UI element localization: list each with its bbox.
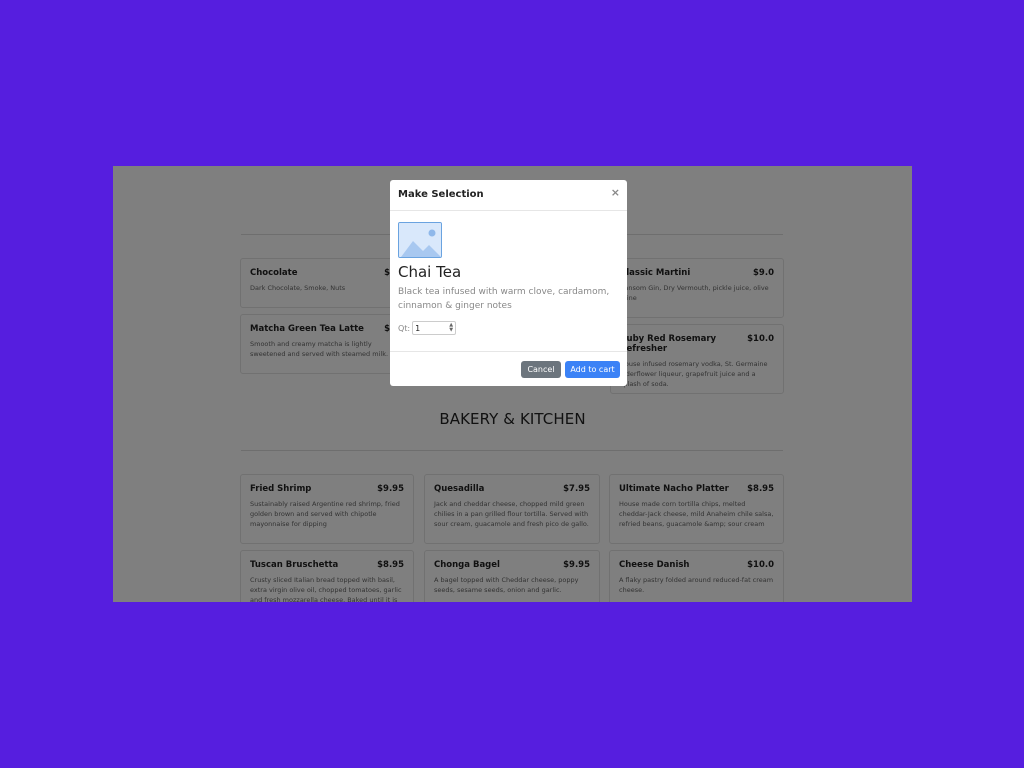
cancel-button[interactable]: Cancel — [521, 361, 561, 378]
spinner-arrows-icon[interactable]: ▲ ▼ — [449, 323, 455, 333]
close-icon[interactable]: × — [611, 186, 620, 199]
quantity-stepper[interactable]: 1 ▲ ▼ — [412, 321, 457, 335]
add-to-cart-button[interactable]: Add to cart — [565, 361, 620, 378]
modal-footer: Cancel Add to cart — [390, 351, 627, 387]
modal-title: Make Selection — [398, 189, 484, 200]
selection-modal: Make Selection × Chai Tea Black tea infu… — [390, 180, 627, 386]
quantity-label: Qt: — [398, 323, 411, 333]
quantity-row: Qt: 1 ▲ ▼ — [398, 321, 620, 335]
quantity-value: 1 — [415, 323, 421, 333]
browser-viewport: Chocolate $ Dark Chocolate, Smoke, Nuts … — [113, 166, 912, 602]
item-description: Black tea infused with warm clove, carda… — [398, 287, 610, 311]
item-title: Chai Tea — [398, 263, 462, 281]
modal-header: Make Selection × — [390, 180, 627, 211]
modal-body: Chai Tea Black tea infused with warm clo… — [398, 222, 620, 335]
image-placeholder-icon — [398, 222, 442, 258]
